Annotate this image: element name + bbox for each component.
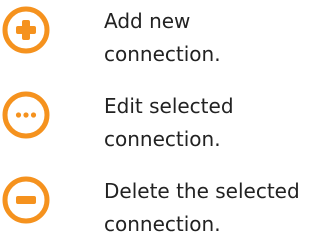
- legend-item-edit: Edit selected connection.: [0, 87, 331, 163]
- edit-icon[interactable]: [2, 91, 50, 139]
- edit-description-line-1: Edit selected: [104, 94, 234, 118]
- delete-description-line-2: connection.: [104, 212, 221, 236]
- add-icon[interactable]: [2, 6, 50, 54]
- add-description-line-2: connection.: [104, 42, 221, 66]
- add-description: Add new connection.: [104, 5, 330, 71]
- delete-description-line-1: Delete the selected: [104, 179, 300, 203]
- legend-item-delete: Delete the selected connection.: [0, 172, 331, 248]
- legend-item-add: Add new connection.: [0, 2, 331, 78]
- add-description-line-1: Add new: [104, 9, 191, 33]
- edit-description: Edit selected connection.: [104, 90, 330, 156]
- delete-icon[interactable]: [2, 176, 50, 224]
- edit-description-line-2: connection.: [104, 127, 221, 151]
- delete-description: Delete the selected connection.: [104, 175, 330, 241]
